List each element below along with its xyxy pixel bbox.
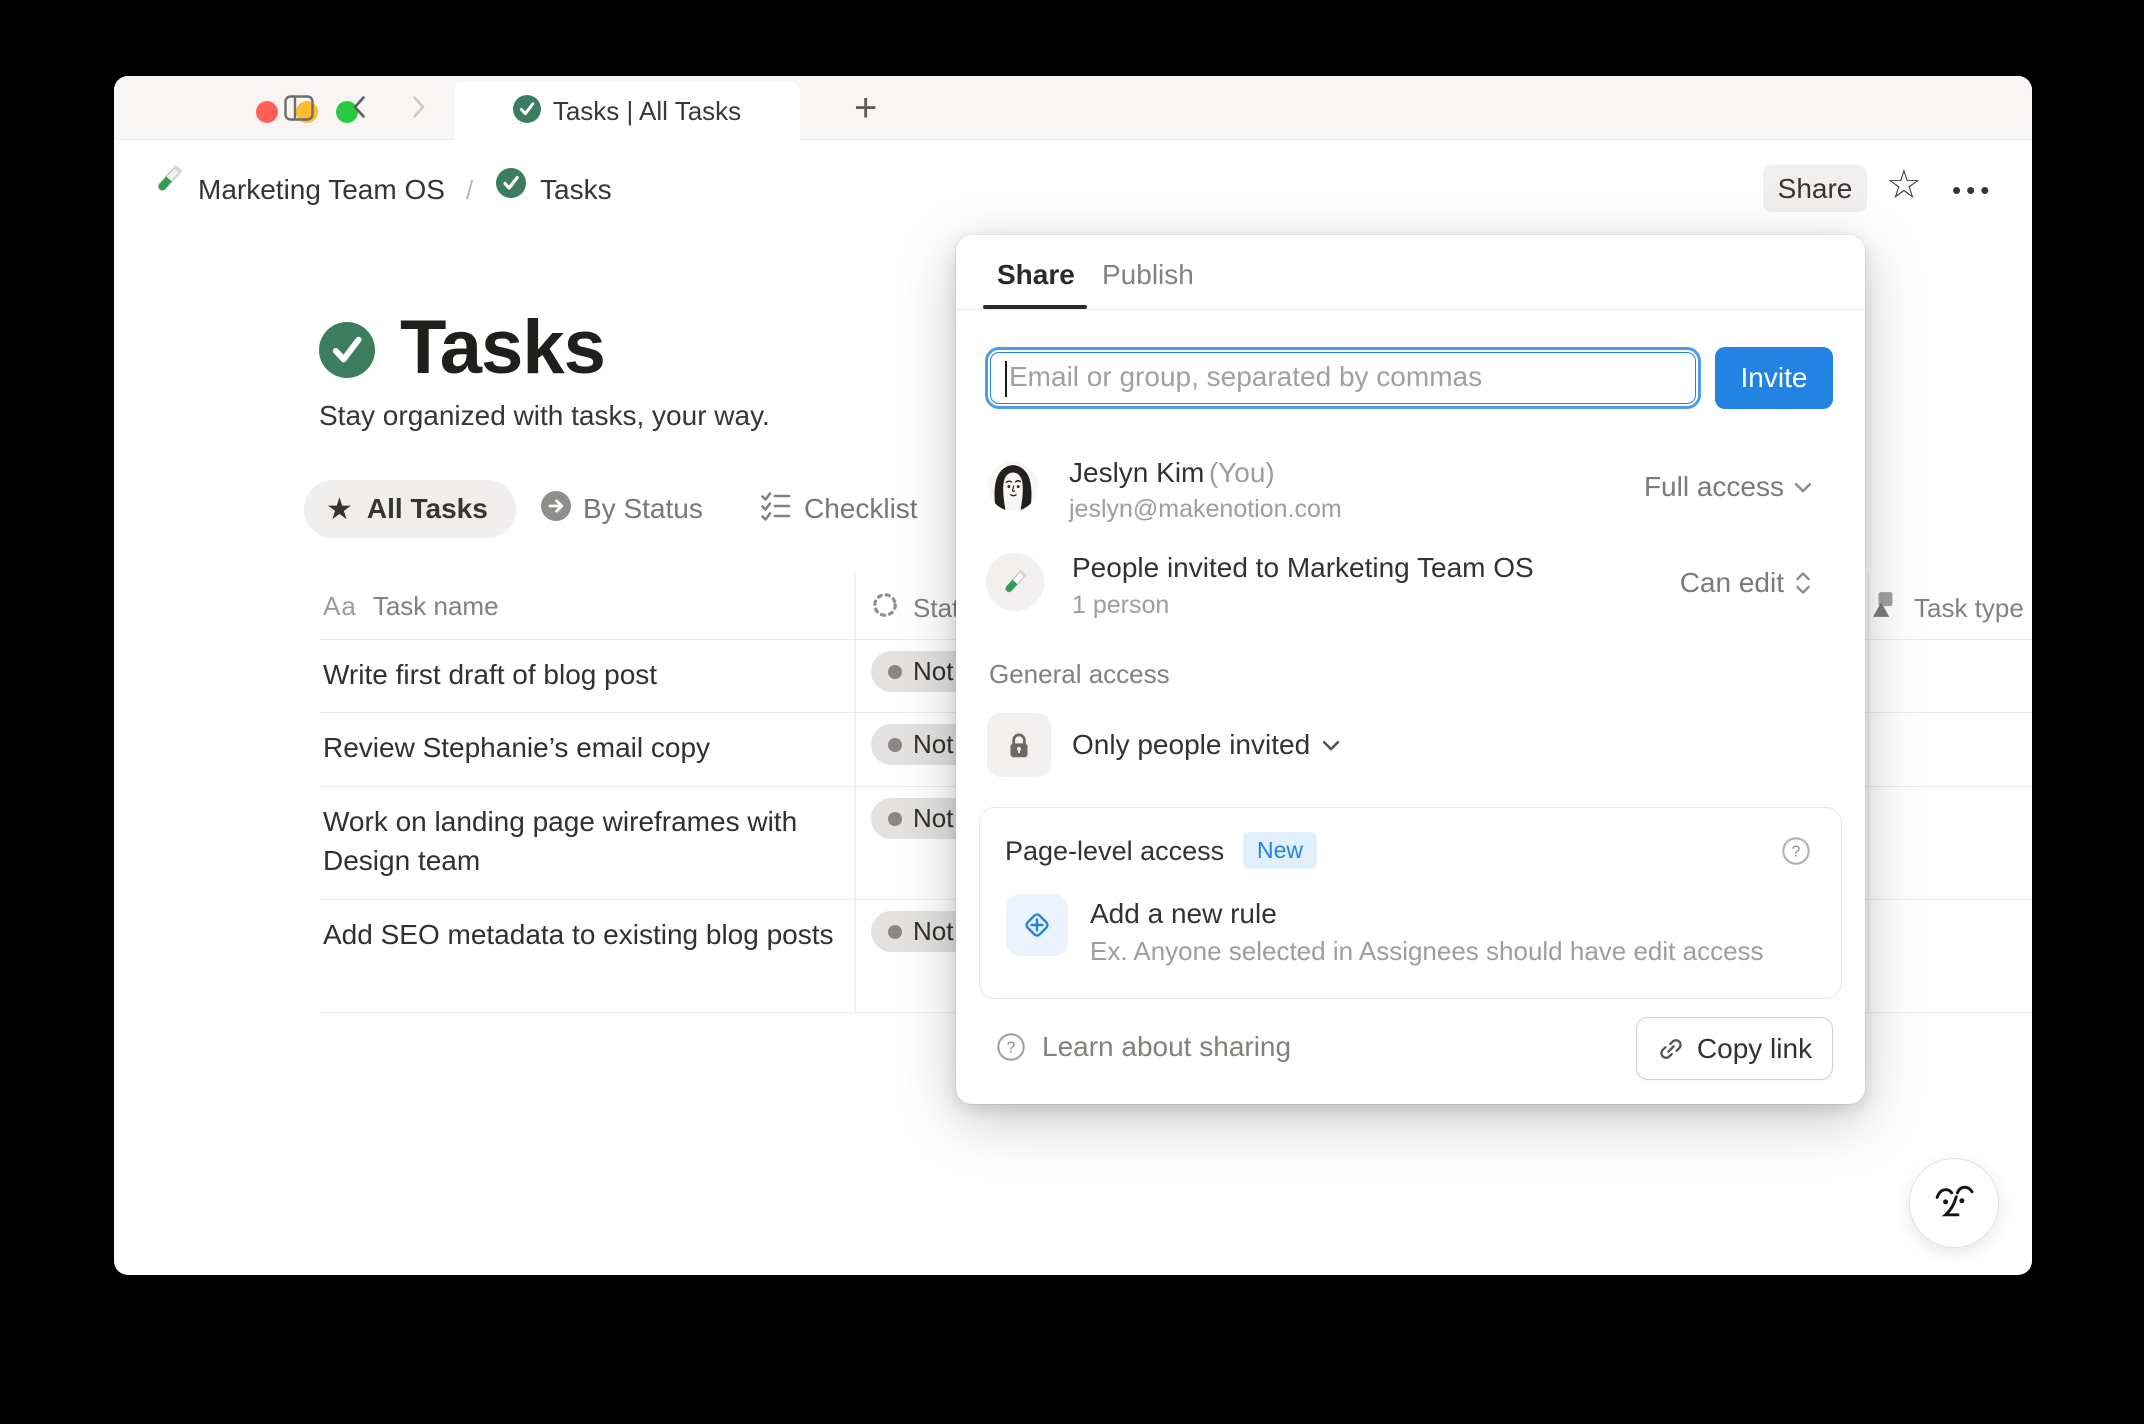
- view-tab-label: Checklist: [804, 493, 918, 525]
- breadcrumb-separator: /: [466, 175, 473, 206]
- close-window-button[interactable]: [256, 101, 278, 123]
- email-input-field[interactable]: [1007, 355, 1667, 399]
- status-dot-icon: [888, 812, 902, 826]
- column-divider: [1868, 574, 1869, 1013]
- copy-link-label: Copy link: [1697, 1033, 1812, 1065]
- general-access-label: General access: [989, 659, 1170, 690]
- task-name[interactable]: Review Stephanie’s email copy: [323, 728, 838, 767]
- general-access-dropdown[interactable]: Only people invited: [1072, 713, 1342, 777]
- breadcrumb-page[interactable]: Tasks: [540, 174, 612, 206]
- back-icon[interactable]: [352, 95, 366, 124]
- chevron-down-icon: [1320, 734, 1342, 756]
- question-circle-icon: ?: [996, 1032, 1026, 1062]
- forward-icon[interactable]: [412, 95, 426, 124]
- view-tab-label: By Status: [583, 493, 703, 525]
- tab-check-circle-icon: [513, 95, 541, 128]
- column-header-task-type[interactable]: Task type: [1872, 591, 2024, 626]
- member-name-row: Jeslyn Kim (You): [1069, 457, 1275, 489]
- column-header-label: Task type: [1914, 593, 2024, 624]
- page-check-circle-icon: [319, 322, 375, 383]
- learn-label: Learn about sharing: [1042, 1031, 1291, 1063]
- share-button[interactable]: Share: [1763, 165, 1867, 212]
- page-subtitle: Stay organized with tasks, your way.: [319, 400, 770, 432]
- share-dialog: Share Publish Invite: [956, 235, 1865, 1104]
- help-icon[interactable]: ?: [1781, 836, 1811, 871]
- star-filled-icon: ★: [326, 492, 353, 527]
- notion-window: Tasks | All Tasks + Marketing Team OS / …: [114, 76, 2032, 1275]
- workspace-testtube-icon: [152, 162, 186, 201]
- lock-icon: [987, 713, 1051, 777]
- page-level-access-title: Page-level access: [1005, 836, 1224, 867]
- view-tab-all-tasks[interactable]: ★ All Tasks: [304, 480, 516, 538]
- avatar: [988, 461, 1038, 516]
- copy-link-button[interactable]: Copy link: [1636, 1017, 1833, 1080]
- access-level-label: Can edit: [1680, 567, 1784, 599]
- dialog-tab-share[interactable]: Share: [997, 259, 1075, 291]
- member-name: Jeslyn Kim: [1069, 457, 1204, 488]
- view-tab-checklist[interactable]: Checklist: [760, 480, 918, 538]
- group-detail: 1 person: [1072, 591, 1169, 620]
- learn-about-sharing-link[interactable]: ? Learn about sharing: [996, 1031, 1291, 1063]
- window-tab-bar: Tasks | All Tasks +: [114, 76, 2032, 140]
- status-dot-icon: [888, 738, 902, 752]
- task-name[interactable]: Write first draft of blog post: [323, 655, 838, 694]
- status-dot-icon: [888, 925, 902, 939]
- new-tab-icon[interactable]: +: [854, 86, 877, 131]
- checklist-icon: [760, 491, 792, 528]
- dialog-tab-publish[interactable]: Publish: [1102, 259, 1194, 291]
- task-name[interactable]: Add SEO metadata to existing blog posts: [323, 915, 838, 954]
- new-badge: New: [1243, 832, 1317, 869]
- notion-ai-button[interactable]: [1909, 1158, 1999, 1248]
- column-header-label: Task name: [373, 591, 499, 622]
- dialog-divider: [956, 309, 1865, 310]
- chevron-down-icon: [1792, 476, 1814, 498]
- task-name[interactable]: Work on landing page wireframes with Des…: [323, 802, 838, 880]
- view-tab-label: All Tasks: [367, 493, 488, 525]
- view-tab-by-status[interactable]: By Status: [541, 480, 703, 538]
- access-level-label: Full access: [1644, 471, 1784, 503]
- status-spinner-icon: [871, 591, 899, 626]
- add-rule-button[interactable]: Add a new rule: [1090, 898, 1277, 930]
- breadcrumb-workspace[interactable]: Marketing Team OS: [198, 174, 445, 206]
- svg-text:?: ?: [1007, 1039, 1016, 1056]
- column-divider: [855, 574, 856, 1013]
- shapes-icon: [1872, 591, 1900, 626]
- sidebar-toggle-icon[interactable]: [284, 95, 314, 126]
- member-email: jeslyn@makenotion.com: [1069, 495, 1342, 524]
- access-dropdown-full-access[interactable]: Full access: [1644, 471, 1814, 503]
- status-dot-icon: [888, 665, 902, 679]
- group-name: People invited to Marketing Team OS: [1072, 552, 1534, 584]
- invite-email-input[interactable]: [985, 347, 1701, 409]
- breadcrumb-check-circle-icon: [496, 168, 526, 203]
- desktop-background: Tasks | All Tasks + Marketing Team OS / …: [0, 0, 2144, 1424]
- window-tab[interactable]: Tasks | All Tasks: [454, 82, 800, 140]
- access-dropdown-can-edit[interactable]: Can edit: [1680, 567, 1814, 599]
- favorite-star-icon[interactable]: ☆: [1886, 162, 1922, 208]
- link-icon: [1657, 1035, 1685, 1063]
- tab-title: Tasks | All Tasks: [553, 96, 741, 127]
- ai-face-icon: [1927, 1176, 1981, 1230]
- add-rule-example: Ex. Anyone selected in Assignees should …: [1090, 936, 1764, 967]
- text-property-icon: Aa: [323, 591, 357, 622]
- general-access-value: Only people invited: [1072, 729, 1310, 761]
- add-rule-diamond-plus-icon: [1006, 894, 1068, 956]
- svg-text:?: ?: [1792, 843, 1801, 860]
- invite-button[interactable]: Invite: [1715, 347, 1833, 409]
- more-options-icon[interactable]: •••: [1952, 175, 1994, 206]
- page-level-access-box: Page-level access New ? Add a new rule E…: [979, 807, 1842, 999]
- member-you-suffix: (You): [1209, 457, 1275, 488]
- page-title: Tasks: [400, 304, 605, 391]
- group-testtube-icon: [986, 553, 1044, 611]
- chevron-up-down-icon: [1792, 569, 1814, 597]
- status-arrow-icon: [541, 491, 571, 528]
- column-header-task-name[interactable]: Aa Task name: [323, 591, 499, 622]
